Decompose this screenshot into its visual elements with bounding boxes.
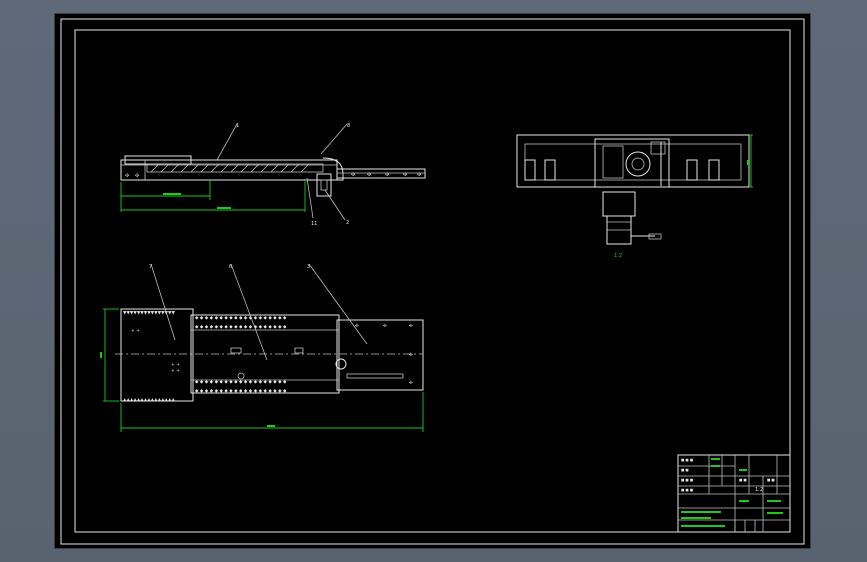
title-block-scale: 1:2: [755, 487, 763, 493]
svg-text:◆ ◆ ◆ ◆ ◆ ◆ ◆ ◆ ◆ ◆ ◆ ◆ ◆ ◆ ◆: ◆ ◆ ◆ ◆ ◆ ◆ ◆ ◆ ◆ ◆ ◆ ◆ ◆ ◆ ◆ ◆ ◆ ◆ ◆: [195, 389, 287, 394]
svg-text:✣: ✣: [367, 172, 371, 178]
title-block: 1:2 ■ ■ ■ ■ ■ ■ ■ ■ ■ ■ ■ ■ ■ ■ ■: [677, 454, 791, 533]
top-balloon-7: 7: [149, 264, 152, 270]
svg-text:◆ ◆ ◆ ◆ ◆ ◆ ◆ ◆ ◆ ◆ ◆ ◆ ◆ ◆ ◆: ◆ ◆ ◆ ◆ ◆ ◆ ◆ ◆ ◆ ◆ ◆ ◆ ◆ ◆ ◆ ◆ ◆ ◆ ◆: [195, 380, 287, 385]
side-balloon-8: 8: [347, 123, 350, 129]
svg-text:✣: ✣: [403, 172, 407, 178]
cad-viewport[interactable]: ✣ ✣ ✣ ✣ ✣ ✣ ✣ 1 8 11 2 1:2 ◆ ◆ ◆ ◆ ◆ ◆ ◆…: [0, 0, 867, 562]
top-balloon-6: 6: [229, 264, 232, 270]
svg-text:■ ■: ■ ■: [681, 468, 689, 472]
svg-text:✣: ✣: [409, 323, 413, 329]
end-view: 1:2: [516, 134, 753, 259]
side-balloon-1: 1: [236, 123, 239, 129]
svg-text:◆ ◆ ◆ ◆ ◆ ◆ ◆ ◆ ◆ ◆ ◆ ◆ ◆ ◆ ◆: ◆ ◆ ◆ ◆ ◆ ◆ ◆ ◆ ◆ ◆ ◆ ◆ ◆ ◆ ◆ ◆ ◆ ◆ ◆: [195, 316, 287, 321]
svg-text:◆ ◆ ◆ ◆ ◆ ◆ ◆ ◆ ◆ ◆ ◆ ◆ ◆ ◆ ◆: ◆ ◆ ◆ ◆ ◆ ◆ ◆ ◆ ◆ ◆ ◆ ◆ ◆ ◆ ◆ ◆ ◆ ◆ ◆: [195, 325, 287, 330]
svg-text:✣: ✣: [417, 172, 421, 178]
title-block-frame: [677, 454, 791, 533]
svg-text:✣: ✣: [409, 380, 413, 386]
svg-text:+ +: + +: [171, 368, 180, 374]
top-base-plate: [120, 308, 194, 402]
svg-text:■ ■: ■ ■: [739, 478, 747, 482]
outer-frame: [60, 18, 805, 545]
svg-text:+ +: + +: [131, 328, 140, 334]
svg-text:■ ■: ■ ■: [767, 478, 775, 482]
top-balloon-3: 3: [307, 264, 310, 270]
top-view: ◆ ◆ ◆ ◆ ◆ ◆ ◆ ◆ ◆ ◆ ◆ ◆ ◆ ◆ ◆ ◆ ◆ ◆ ◆ ◆ …: [100, 263, 424, 432]
svg-text:■ ■ ■: ■ ■ ■: [681, 458, 693, 462]
svg-text:✣: ✣: [385, 172, 389, 178]
svg-text:✣: ✣: [351, 172, 355, 178]
svg-text:✣: ✣: [135, 173, 139, 179]
drawing-canvas: ✣ ✣ ✣ ✣ ✣ ✣ ✣ 1 8 11 2 1:2 ◆ ◆ ◆ ◆ ◆ ◆ ◆…: [60, 18, 805, 545]
svg-text:■ ■ ■: ■ ■ ■: [681, 478, 693, 482]
svg-text:✣: ✣: [383, 323, 387, 329]
svg-text:✣: ✣: [409, 352, 413, 358]
svg-text:■ ■ ■: ■ ■ ■: [681, 488, 693, 492]
svg-text:▲▲▲▲▲▲▲▲▲▲▲▲▲▲▲: ▲▲▲▲▲▲▲▲▲▲▲▲▲▲▲: [123, 398, 175, 403]
inner-frame: [74, 29, 791, 533]
end-view-label: 1:2: [614, 253, 622, 259]
end-gear-motor: [602, 191, 636, 217]
svg-text:✣: ✣: [125, 173, 129, 179]
side-balloon-2: 2: [346, 220, 349, 226]
side-view: ✣ ✣ ✣ ✣ ✣ ✣ ✣ 1 8 11 2: [120, 123, 426, 227]
svg-text:+ +: + +: [171, 362, 180, 368]
side-balloon-11: 11: [311, 221, 317, 227]
drawing-sheet[interactable]: ✣ ✣ ✣ ✣ ✣ ✣ ✣ 1 8 11 2 1:2 ◆ ◆ ◆ ◆ ◆ ◆ ◆…: [55, 14, 810, 548]
